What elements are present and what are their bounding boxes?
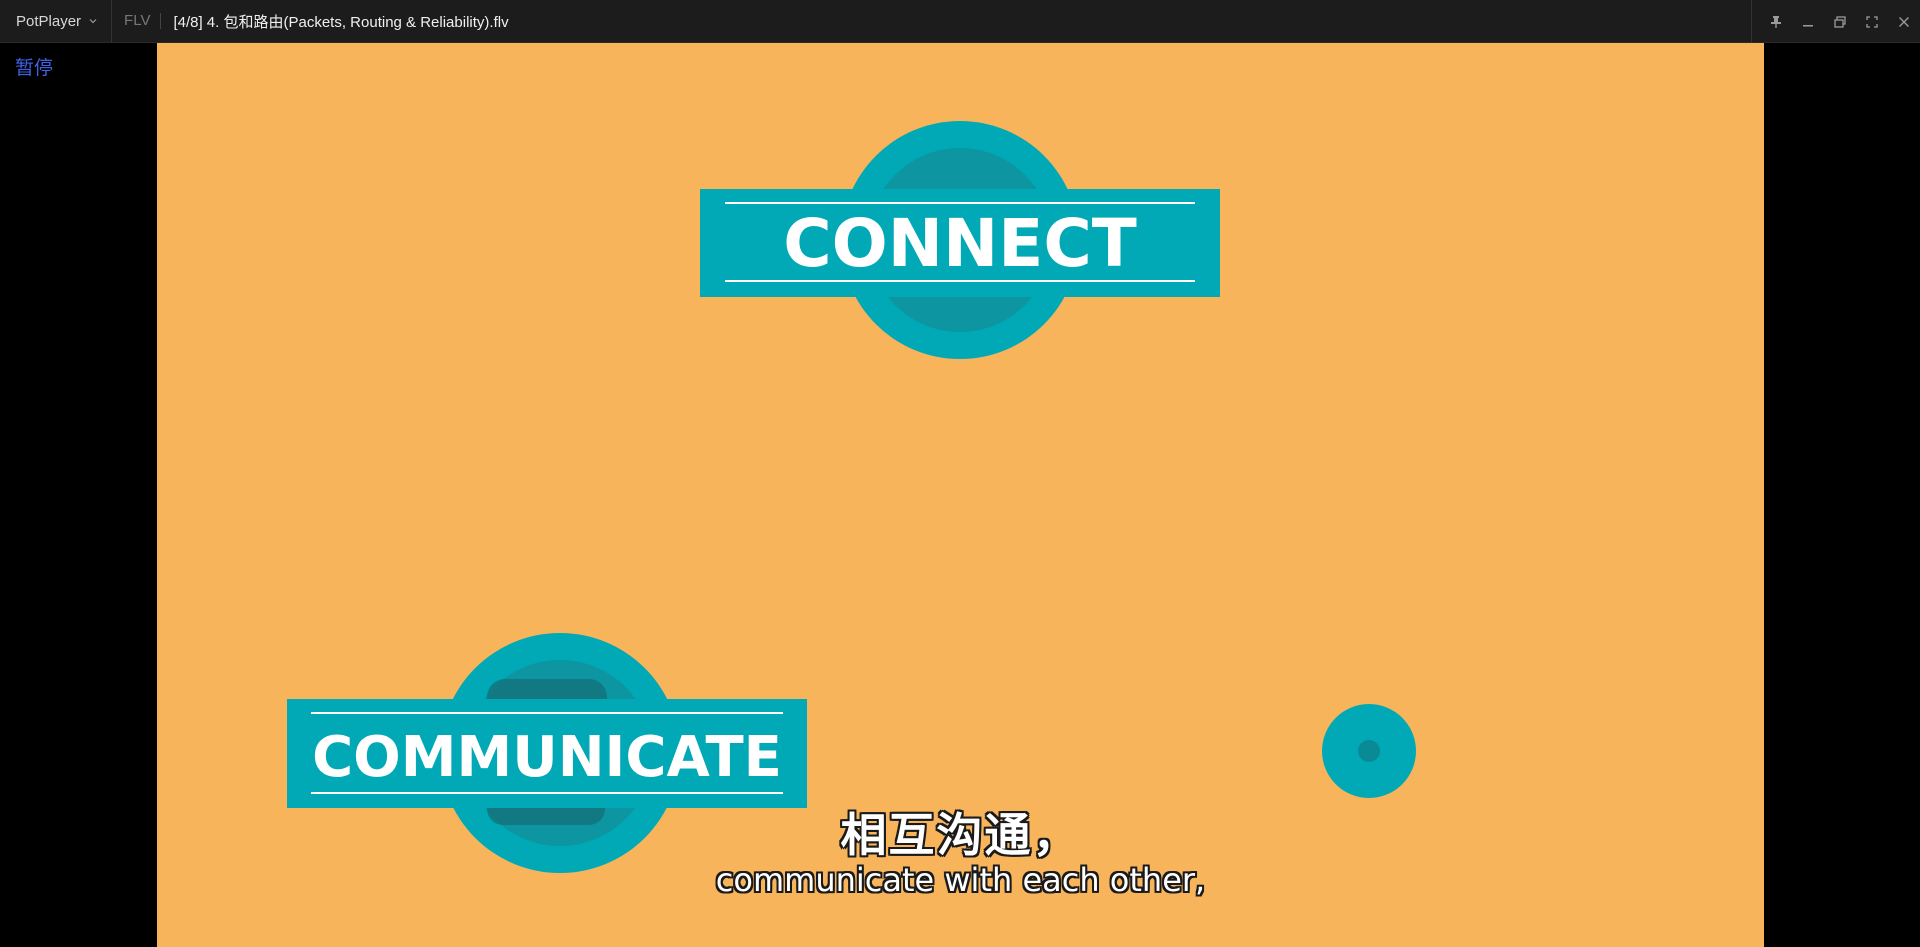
minimize-icon	[1803, 24, 1813, 26]
file-title: [4/8] 4. 包和路由(Packets, Routing & Reliabi…	[173, 13, 509, 31]
paused-status: 暂停	[15, 57, 54, 79]
close-button[interactable]	[1888, 0, 1920, 43]
window-controls	[1751, 0, 1920, 43]
pin-icon	[1771, 15, 1781, 28]
fullscreen-icon	[1866, 15, 1878, 28]
chevron-down-icon	[89, 19, 97, 24]
app-menu-button[interactable]: PotPlayer	[0, 0, 113, 43]
communicate-label: COMMUNICATE	[312, 725, 782, 790]
minimize-button[interactable]	[1792, 0, 1824, 43]
connect-label: CONNECT	[783, 205, 1137, 282]
subtitle-english: communicate with each other,	[715, 861, 1206, 899]
video-frame[interactable]: CONNECT COMMUNICATE 相互沟通， communicate wi…	[157, 43, 1764, 947]
restore-icon	[1834, 15, 1846, 28]
app-name: PotPlayer	[16, 12, 82, 30]
restore-button[interactable]	[1824, 0, 1856, 43]
pin-button[interactable]	[1760, 0, 1792, 43]
subtitle-chinese: 相互沟通，	[840, 808, 1081, 862]
close-icon	[1899, 16, 1909, 27]
format-label: FLV	[112, 13, 162, 29]
connect-badge: CONNECT	[700, 121, 1220, 359]
title-bar: PotPlayer FLV [4/8] 4. 包和路由(Packets, Rou…	[0, 0, 1920, 43]
fullscreen-button[interactable]	[1856, 0, 1888, 43]
teal-dot	[1322, 704, 1416, 798]
